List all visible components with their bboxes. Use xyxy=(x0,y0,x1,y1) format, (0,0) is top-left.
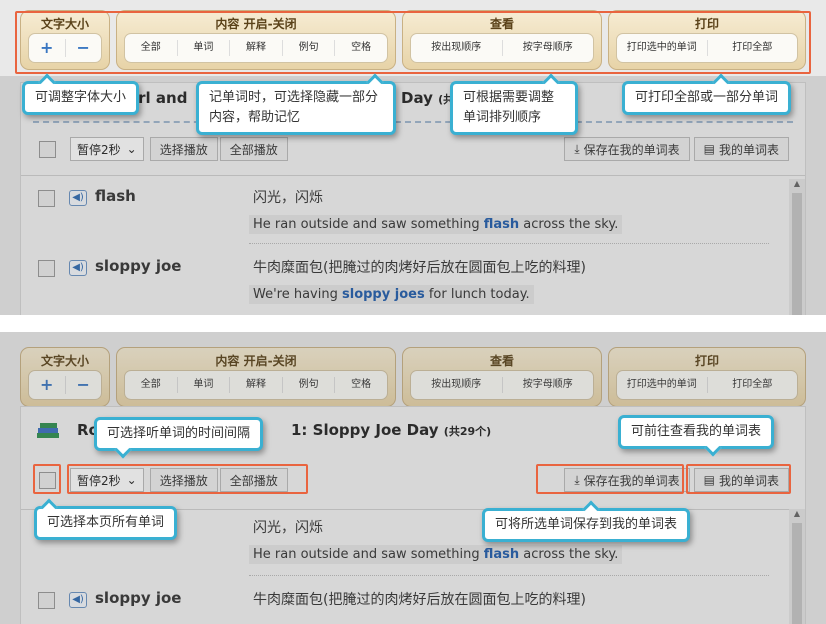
play-all-button[interactable]: 全部播放 xyxy=(219,137,288,161)
play-selected-button[interactable]: 选择播放 xyxy=(149,137,218,161)
toggle-blank-button[interactable]: 空格 xyxy=(335,377,387,393)
view-group: 查看 按出现顺序 按字母顺序 xyxy=(402,347,602,407)
tip-content-toggle: 记单词时，可选择隐藏一部分内容，帮助记忆 xyxy=(196,73,396,135)
toggle-word-button[interactable]: 单词 xyxy=(178,377,231,393)
chevron-down-icon: ⌄ xyxy=(126,142,137,156)
word-checkbox[interactable] xyxy=(38,190,55,207)
font-increase-button[interactable]: + xyxy=(29,376,66,394)
toolbar-highlight xyxy=(15,11,811,74)
select-all-checkbox[interactable] xyxy=(39,140,56,158)
screenshot-bottom-panel: 文字大小 + − 内容 开启-关闭 全部 单词 解释 例句 空格 查看 按出现顺… xyxy=(0,332,826,624)
scrollbar[interactable]: ▲ xyxy=(789,509,805,624)
tip-save: 可将所选单词保存到我的单词表 xyxy=(482,500,691,542)
play-controls-highlight xyxy=(67,464,308,494)
print-title: 打印 xyxy=(694,354,719,368)
list-item: ◀) sloppy joe 牛肉糜面包(把腌过的肉烤好后放在圆面包上吃的料理) xyxy=(21,581,779,624)
print-all-button[interactable]: 打印全部 xyxy=(708,377,798,393)
tip-interval: 可选择听单词的时间间隔 xyxy=(94,417,264,459)
print-selected-button[interactable]: 打印选中的单词 xyxy=(617,377,708,393)
list-title-lesson: 1: Sloppy Joe Day (共29个) xyxy=(291,421,492,439)
pause-select[interactable]: 暂停2秒 ⌄ xyxy=(70,137,144,161)
tip-select-all: 可选择本页所有单词 xyxy=(34,498,178,540)
font-size-group: 文字大小 + − xyxy=(20,347,110,407)
word-text: sloppy joe xyxy=(95,257,182,275)
list-actions: ⤓ 保存在我的单词表 ▤ 我的单词表 xyxy=(564,137,789,161)
scrollbar[interactable]: ▲ xyxy=(789,179,805,315)
print-group: 打印 打印选中的单词 打印全部 xyxy=(608,347,806,407)
view-title: 查看 xyxy=(489,354,514,368)
download-icon: ⤓ xyxy=(574,141,580,156)
toggle-example-button[interactable]: 例句 xyxy=(283,377,336,393)
select-all-highlight xyxy=(33,464,61,494)
toggle-all-button[interactable]: 全部 xyxy=(125,377,178,393)
toggle-definition-button[interactable]: 解释 xyxy=(230,377,283,393)
list-title-day: Day (共 xyxy=(401,89,455,107)
screenshot-top-panel: 文字大小 + − 内容 开启-关闭 全部 单词 解释 例句 空格 查看 按出现顺… xyxy=(0,0,826,315)
speaker-icon[interactable]: ◀) xyxy=(69,260,87,276)
content-toggle-title: 内容 开启-关闭 xyxy=(215,354,297,368)
toolbar: 文字大小 + − 内容 开启-关闭 全部 单词 解释 例句 空格 查看 按出现顺… xyxy=(20,347,806,407)
content-toggle-group: 内容 开启-关闭 全部 单词 解释 例句 空格 xyxy=(116,347,396,407)
word-example: We're having sloppy joes for lunch today… xyxy=(249,285,534,304)
word-definition: 闪光，闪烁 xyxy=(253,520,323,536)
word-checkbox[interactable] xyxy=(38,592,55,609)
clipboard-icon: ▤ xyxy=(703,142,715,156)
my-list-button[interactable]: ▤ 我的单词表 xyxy=(693,137,789,161)
word-checkbox[interactable] xyxy=(38,260,55,277)
tip-my-list: 可前往查看我的单词表 xyxy=(618,415,775,457)
word-example: He ran outside and saw something flash a… xyxy=(249,545,623,564)
word-definition: 牛肉糜面包(把腌过的肉烤好后放在圆面包上吃的料理) xyxy=(253,592,586,608)
list-controls: 暂停2秒 ⌄ 选择播放 全部播放 xyxy=(39,137,288,161)
title-divider xyxy=(33,121,793,123)
list-item: ◀) flash 闪光，闪烁 He ran outside and saw so… xyxy=(21,179,779,249)
save-highlight xyxy=(536,464,684,494)
my-list-highlight xyxy=(686,464,791,494)
tip-font-size: 可调整字体大小 xyxy=(22,73,140,115)
order-appearance-button[interactable]: 按出现顺序 xyxy=(411,377,503,393)
word-definition: 闪光，闪烁 xyxy=(253,190,323,206)
tip-print: 可打印全部或一部分单词 xyxy=(622,73,792,115)
tip-view-order: 可根据需要调整单词排列顺序 xyxy=(450,73,578,135)
save-to-list-button[interactable]: ⤓ 保存在我的单词表 xyxy=(564,137,690,161)
word-example: He ran outside and saw something flash a… xyxy=(249,215,623,234)
word-text: flash xyxy=(95,187,136,205)
speaker-icon[interactable]: ◀) xyxy=(69,592,87,608)
font-size-title: 文字大小 xyxy=(40,354,89,368)
word-text: sloppy joe xyxy=(95,589,182,607)
list-item: ◀) sloppy joe 牛肉糜面包(把腌过的肉烤好后放在圆面包上吃的料理) … xyxy=(21,249,779,315)
books-icon xyxy=(37,423,59,438)
list-title-partial: irl and xyxy=(133,89,188,107)
font-decrease-button[interactable]: − xyxy=(66,376,102,394)
speaker-icon[interactable]: ◀) xyxy=(69,190,87,206)
word-list-area: irl and Day (共 暂停2秒 ⌄ 选择播放 全部播放 ⤓ 保存在我的单词表… xyxy=(20,82,806,315)
order-alphabet-button[interactable]: 按字母顺序 xyxy=(503,377,594,393)
word-definition: 牛肉糜面包(把腌过的肉烤好后放在圆面包上吃的料理) xyxy=(253,260,586,276)
